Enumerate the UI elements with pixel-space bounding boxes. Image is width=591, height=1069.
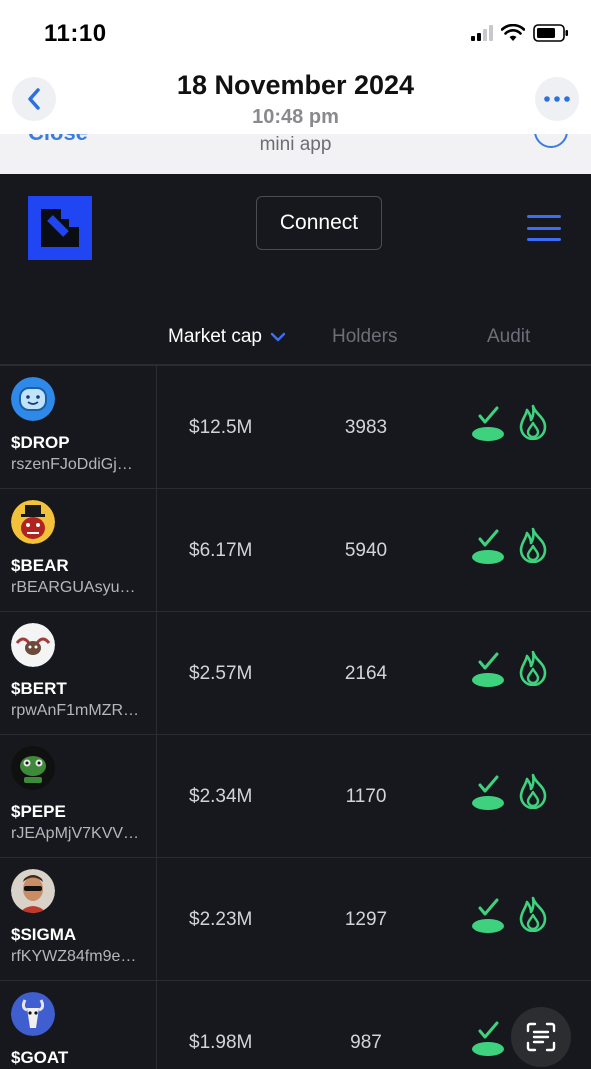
bert-mascot-icon [11, 623, 55, 667]
token-avatar [11, 377, 55, 421]
token-avatar [11, 869, 55, 913]
token-avatar [11, 992, 55, 1036]
token-ticker: $GOAT [11, 1048, 69, 1067]
column-header-holders[interactable]: Holders [332, 326, 397, 348]
flame-icon [519, 896, 547, 932]
token-cell: $BEAR rBEARGUAsyu… [0, 489, 157, 611]
drop-mascot-icon [11, 377, 55, 421]
hamburger-menu-icon[interactable] [527, 215, 561, 241]
token-cell: $DROP rszenFJoDdiGj… [0, 366, 157, 488]
token-avatar [11, 623, 55, 667]
table-row[interactable]: $BEAR rBEARGUAsyu… $6.17M 5940 [0, 489, 591, 612]
table-row[interactable]: $BERT rpwAnF1mMZR… $2.57M 2164 [0, 612, 591, 735]
audit-passed-icon [472, 652, 504, 687]
market-cap-value: $1.98M [189, 1032, 253, 1053]
token-cell: $PEPE rJEApMjV7KVV… [0, 735, 157, 857]
market-cap-value: $2.57M [189, 663, 253, 684]
token-cell: $BERT rpwAnF1mMZR… [0, 612, 157, 734]
token-address: rfKYWZ84fm9e… [11, 948, 137, 965]
pepe-mascot-icon [11, 746, 55, 790]
photo-viewer-header: 18 November 2024 10:48 pm [0, 68, 591, 134]
text-scan-icon [526, 1022, 556, 1052]
logo-mark-icon [28, 196, 92, 260]
status-time: 11:10 [44, 20, 107, 47]
column-header-audit: Audit [487, 326, 531, 347]
table-row[interactable]: $SIGMA rfKYWZ84fm9e… $2.23M 1297 [0, 858, 591, 981]
table-row[interactable]: $PEPE rJEApMjV7KVV… $2.34M 1170 [0, 735, 591, 858]
more-button[interactable] [535, 77, 579, 121]
token-ticker: $SIGMA [11, 925, 77, 944]
audit-passed-icon [472, 529, 504, 564]
market-cap-value: $2.34M [189, 786, 253, 807]
holders-value: 1297 [344, 909, 388, 930]
sigma-mascot-icon [11, 869, 55, 913]
token-address: rszenFJoDdiGj… [11, 456, 133, 473]
audit-passed-icon [472, 406, 504, 441]
battery-icon [533, 24, 568, 42]
market-cap-value: $12.5M [189, 417, 253, 438]
table-header: Market cap Holders Audit [0, 324, 591, 352]
table-row[interactable]: $GOAT $1.98M 987 [0, 981, 591, 1069]
live-text-button[interactable] [511, 1007, 571, 1067]
app-screen: Connect Market cap Holders Audit $DROP r… [0, 174, 591, 1069]
connect-button[interactable]: Connect [256, 196, 382, 250]
flame-icon [519, 650, 547, 686]
token-ticker: $PEPE [11, 802, 66, 821]
flame-icon [519, 404, 547, 440]
goat-mascot-icon [11, 992, 55, 1036]
market-cap-value: $6.17M [189, 540, 253, 561]
cellular-signal-icon [471, 25, 493, 41]
photo-time: 10:48 pm [252, 106, 339, 128]
column-header-market-cap[interactable]: Market cap [168, 326, 286, 348]
status-bar: 11:10 [0, 0, 591, 68]
audit-passed-icon [472, 1021, 504, 1056]
mini-app-bar: Close mini app [0, 134, 591, 174]
token-address: rBEARGUAsyu… [11, 579, 136, 596]
token-address: rpwAnF1mMZR… [11, 702, 140, 719]
token-avatar [11, 500, 55, 544]
mini-app-title: mini app [259, 134, 332, 155]
token-avatar [11, 746, 55, 790]
column-label: Market cap [168, 326, 262, 347]
token-ticker: $BEAR [11, 556, 69, 575]
token-ticker: $BERT [11, 679, 67, 698]
status-icons [471, 24, 569, 42]
holders-value: 2164 [344, 663, 388, 684]
token-table: $DROP rszenFJoDdiGj… $12.5M 3983 $BEAR r… [0, 366, 591, 1069]
app-logo[interactable] [28, 196, 92, 260]
audit-passed-icon [472, 775, 504, 810]
chevron-down-icon [270, 332, 286, 342]
photo-date: 18 November 2024 [176, 70, 415, 100]
holders-value: 5940 [344, 540, 388, 561]
token-cell: $SIGMA rfKYWZ84fm9e… [0, 858, 157, 980]
flame-icon [519, 527, 547, 563]
audit-passed-icon [472, 898, 504, 933]
holders-value: 987 [350, 1032, 382, 1053]
market-cap-value: $2.23M [189, 909, 253, 930]
bear-mascot-icon [11, 500, 55, 544]
token-ticker: $DROP [11, 433, 70, 452]
wifi-icon [501, 24, 525, 41]
token-address: rJEApMjV7KVV… [11, 825, 140, 842]
token-cell: $GOAT [0, 981, 157, 1069]
flame-icon [519, 773, 547, 809]
holders-value: 1170 [345, 786, 387, 807]
holders-value: 3983 [344, 417, 388, 438]
more-dots-icon [544, 96, 570, 102]
table-row[interactable]: $DROP rszenFJoDdiGj… $12.5M 3983 [0, 366, 591, 489]
